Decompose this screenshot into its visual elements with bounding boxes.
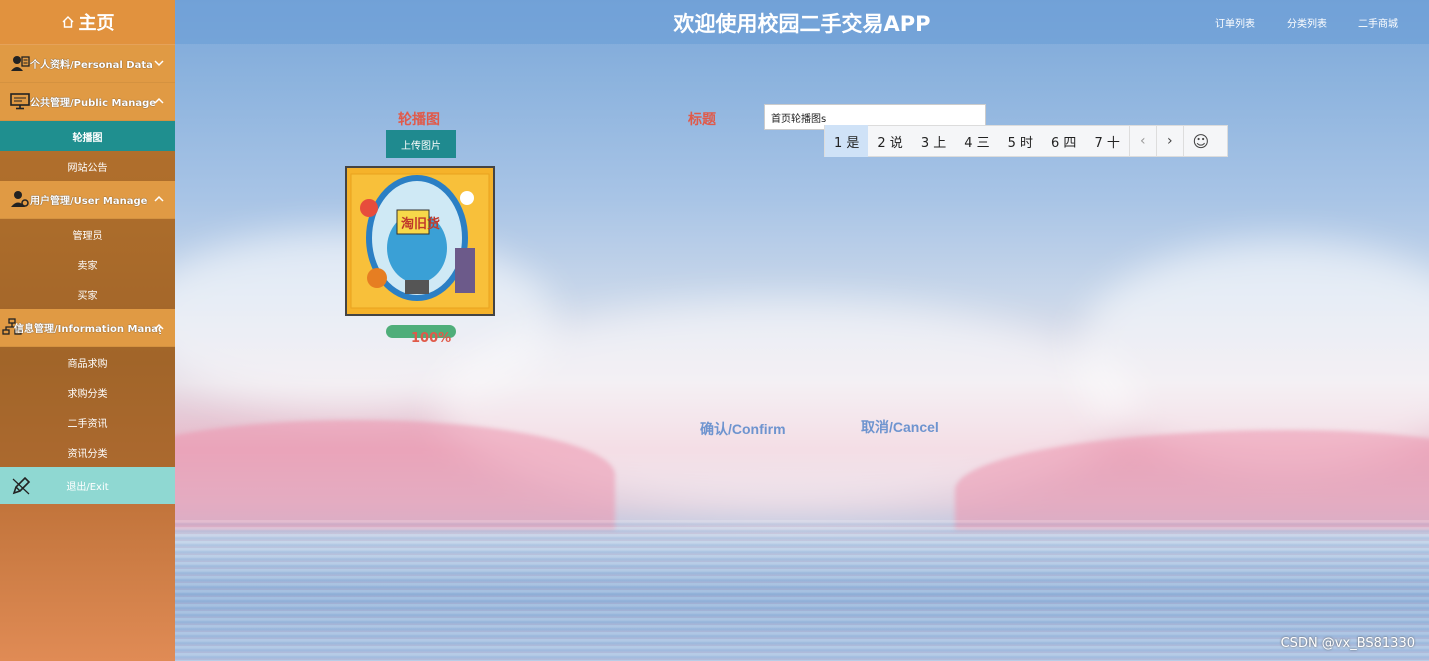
ime-candidate[interactable]: 1 是 xyxy=(825,125,869,157)
carousel-image: 淘旧货 xyxy=(347,168,493,314)
ime-emoji-icon[interactable]: ☺ xyxy=(1184,125,1218,157)
uploaded-image-preview: 淘旧货 xyxy=(345,166,495,316)
exit-button[interactable]: 退出/Exit xyxy=(0,467,175,504)
sidebar-item-announcement[interactable]: 网站公告 xyxy=(0,151,175,181)
monitor-icon xyxy=(10,93,30,110)
sidebar-home[interactable]: 主页 xyxy=(0,0,175,45)
nav-second-hand-mall[interactable]: 二手商城 xyxy=(1358,15,1398,30)
sidebar-item-product-request[interactable]: 商品求购 xyxy=(0,347,175,377)
ime-candidate[interactable]: 4 三 xyxy=(955,125,998,157)
sidebar-group-user-manage[interactable]: 用户管理/User Manage xyxy=(0,181,175,219)
sidebar-group-label: 信息管理/Information Manage xyxy=(14,324,161,335)
sidebar-item-news-category[interactable]: 资讯分类 xyxy=(0,437,175,467)
ime-candidate[interactable]: 5 时 xyxy=(999,125,1042,157)
sidebar-group-label: 用户管理/User Manage xyxy=(30,196,148,207)
chevron-up-icon xyxy=(154,323,164,330)
title-label: 标题 xyxy=(688,112,716,128)
sidebar-item-carousel[interactable]: 轮播图 xyxy=(0,121,175,151)
sidebar-group-personal-data[interactable]: 个人资料/Personal Data xyxy=(0,45,175,83)
sidebar-group-label: 个人资料/Personal Data xyxy=(30,60,153,71)
ime-candidate-bar: 1 是 2 说 3 上 4 三 5 时 6 四 7 十 ‹ › ☺ xyxy=(824,125,1228,157)
ime-candidate[interactable]: 2 说 xyxy=(868,125,911,157)
background-water xyxy=(175,520,1429,661)
ime-candidate[interactable]: 3 上 xyxy=(912,125,955,157)
sidebar-home-label: 主页 xyxy=(78,13,115,34)
sidebar-item-news[interactable]: 二手资讯 xyxy=(0,407,175,437)
confirm-button[interactable]: 确认/Confirm xyxy=(700,419,786,439)
cancel-button[interactable]: 取消/Cancel xyxy=(861,417,939,437)
svg-text:淘旧货: 淘旧货 xyxy=(401,216,440,232)
chevron-up-icon xyxy=(154,97,164,104)
exit-label: 退出/Exit xyxy=(66,482,109,493)
nav-order-list[interactable]: 订单列表 xyxy=(1215,15,1255,30)
sidebar-group-public-manage[interactable]: 公共管理/Public Manage xyxy=(0,83,175,121)
carousel-label: 轮播图 xyxy=(398,112,440,128)
chevron-down-icon xyxy=(154,60,164,67)
watermark: CSDN @vx_BS81330 xyxy=(1280,636,1415,651)
sidebar-group-information-manage[interactable]: 信息管理/Information Manage xyxy=(0,309,175,347)
sidebar-item-buyer[interactable]: 买家 xyxy=(0,279,175,309)
sidebar-item-request-category[interactable]: 求购分类 xyxy=(0,377,175,407)
main-area: 欢迎使用校园二手交易APP 订单列表 分类列表 二手商城 轮播图 上传图片 淘旧… xyxy=(175,0,1429,661)
home-icon xyxy=(62,16,73,28)
sidebar-group-label: 公共管理/Public Manage xyxy=(30,98,155,109)
user-settings-icon xyxy=(11,191,29,207)
sidebar-item-seller[interactable]: 卖家 xyxy=(0,249,175,279)
sidebar: 主页 个人资料/Personal Data 公共管理/Public Manage… xyxy=(0,0,175,661)
top-bar: 欢迎使用校园二手交易APP 订单列表 分类列表 二手商城 xyxy=(175,0,1429,44)
ime-prev-page-icon[interactable]: ‹ xyxy=(1130,125,1156,157)
upload-progress-text: 100% xyxy=(411,331,452,346)
sidebar-item-admin[interactable]: 管理员 xyxy=(0,219,175,249)
ime-next-page-icon[interactable]: › xyxy=(1157,125,1183,157)
ime-candidate[interactable]: 7 十 xyxy=(1085,125,1128,157)
chevron-up-icon xyxy=(154,195,164,202)
ime-candidate[interactable]: 6 四 xyxy=(1042,125,1085,157)
user-card-icon xyxy=(11,56,30,71)
upload-image-button[interactable]: 上传图片 xyxy=(386,130,456,158)
nav-category-list[interactable]: 分类列表 xyxy=(1287,15,1327,30)
